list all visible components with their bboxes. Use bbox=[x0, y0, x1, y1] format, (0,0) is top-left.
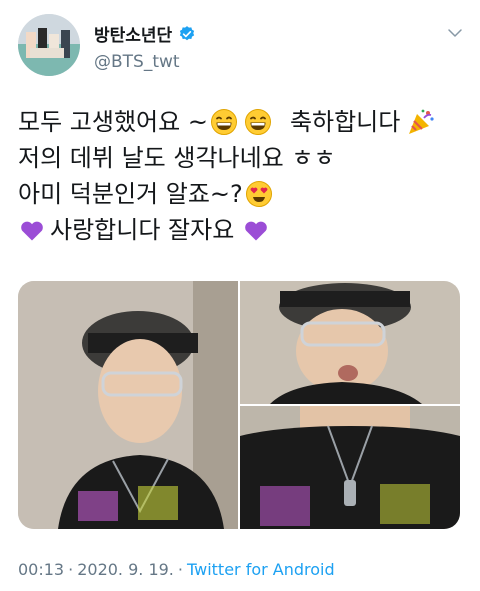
tweet-header: 방탄소년단 @BTS_twt bbox=[18, 14, 464, 76]
display-name[interactable]: 방탄소년단 bbox=[94, 21, 172, 46]
tweet-time[interactable]: 00:13 bbox=[18, 560, 64, 579]
tweet-line-1: 모두 고생했어요 ~ 축하합니다 bbox=[18, 104, 468, 140]
grinning-face-icon bbox=[244, 109, 271, 135]
handle[interactable]: @BTS_twt bbox=[94, 52, 196, 72]
grinning-face-icon bbox=[210, 109, 237, 135]
text-segment: 저의 데뷔 날도 생각나네요 ㅎㅎ bbox=[18, 144, 336, 172]
tweet-source-link[interactable]: Twitter for Android bbox=[187, 560, 335, 579]
avatar[interactable] bbox=[18, 14, 80, 76]
chevron-down-icon[interactable] bbox=[446, 24, 464, 42]
photo-3[interactable] bbox=[240, 406, 460, 529]
text-segment: 사랑합니다 잘자요 bbox=[50, 216, 235, 244]
party-popper-icon bbox=[409, 109, 434, 134]
purple-heart-icon bbox=[21, 221, 43, 241]
tweet-line-4: 사랑합니다 잘자요 bbox=[18, 212, 468, 248]
photo-grid bbox=[18, 281, 460, 529]
separator: · bbox=[68, 560, 74, 579]
photo-2[interactable] bbox=[240, 281, 460, 404]
text-segment: 축하합니다 bbox=[289, 108, 401, 136]
tweet-line-3: 아미 덕분인거 알죠~? bbox=[18, 176, 468, 212]
separator: · bbox=[177, 560, 183, 579]
purple-heart-icon bbox=[245, 221, 268, 241]
verified-badge-icon bbox=[180, 25, 195, 40]
tweet-date[interactable]: 2020. 9. 19. bbox=[77, 560, 174, 579]
text-segment: 아미 덕분인거 알죠~? bbox=[18, 180, 243, 208]
tweet-line-2: 저의 데뷔 날도 생각나네요 ㅎㅎ bbox=[18, 140, 468, 176]
photo-1[interactable] bbox=[18, 281, 238, 529]
tweet-text: 모두 고생했어요 ~ 축하합니다 저의 데뷔 날도 생각나네요 ㅎㅎ 아미 덕분… bbox=[18, 104, 468, 248]
tweet-footer: 00:13 · 2020. 9. 19. · Twitter for Andro… bbox=[18, 560, 335, 579]
text-segment: 모두 고생했어요 ~ bbox=[18, 108, 208, 136]
heart-eyes-face-icon bbox=[245, 181, 272, 207]
